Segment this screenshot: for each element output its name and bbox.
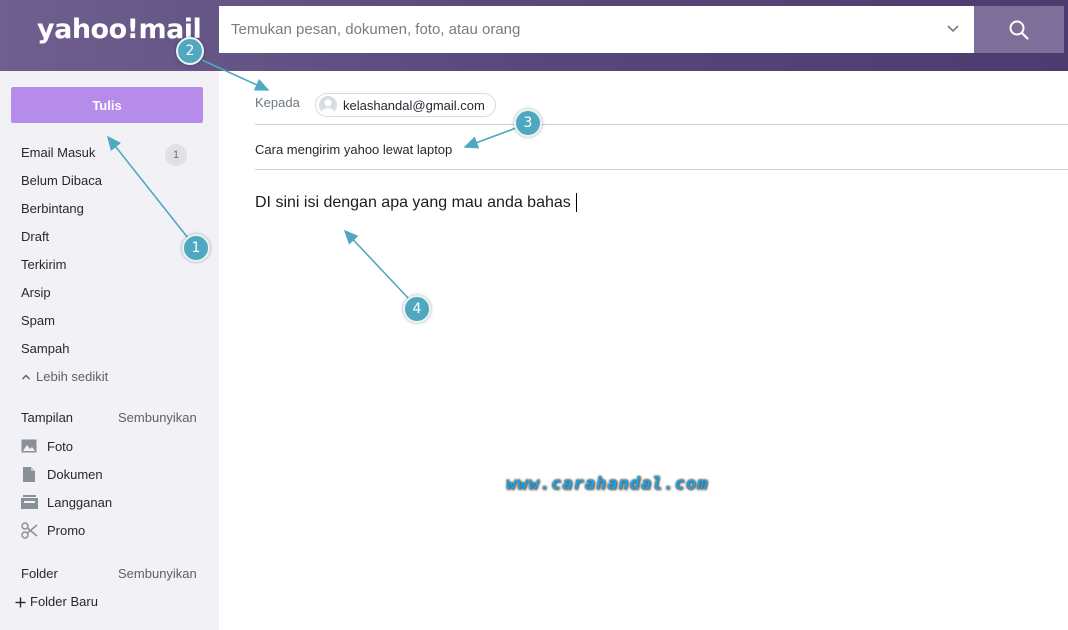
sidebar-item-inbox[interactable]: Email Masuk [21, 143, 95, 163]
folders-heading: Folder [21, 566, 58, 581]
sidebar-item-photos[interactable]: Foto [19, 436, 73, 456]
chevron-down-icon[interactable] [946, 22, 960, 36]
sidebar-item-starred[interactable]: Berbintang [21, 199, 84, 219]
top-header: yahoo!mail [0, 0, 1068, 71]
sidebar-item-unread[interactable]: Belum Dibaca [21, 171, 102, 191]
search-button[interactable] [974, 6, 1064, 53]
callout-3: 3 [514, 109, 542, 137]
sidebar-item-promo[interactable]: Promo [19, 520, 85, 540]
to-field-label: Kepada [255, 95, 300, 110]
plus-icon [15, 597, 26, 607]
recipient-email: kelashandal@gmail.com [343, 97, 485, 113]
sidebar-item-archive[interactable]: Arsip [21, 283, 51, 303]
views-heading: Tampilan [21, 410, 74, 425]
callout-1: 1 [182, 234, 210, 262]
unread-count-badge: 1 [165, 144, 187, 166]
subject-field[interactable]: Cara mengirim yahoo lewat laptop [255, 142, 452, 157]
views-hide-link[interactable]: Sembunyikan [118, 408, 197, 428]
message-body-editor[interactable]: DI sini isi dengan apa yang mau anda bah… [255, 193, 577, 212]
sidebar-item-label: Dokumen [47, 466, 103, 482]
watermark-text: www.carahandal.com [506, 474, 709, 494]
sidebar-item-trash[interactable]: Sampah [21, 339, 69, 359]
document-icon [19, 464, 39, 484]
sidebar-item-label: Foto [47, 438, 74, 454]
folders-hide-link[interactable]: Sembunyikan [118, 564, 197, 584]
callout-2: 2 [176, 37, 204, 65]
divider [255, 124, 1068, 125]
yahoo-mail-logo[interactable]: yahoo!mail [37, 14, 202, 45]
new-folder-button[interactable]: Folder Baru [15, 592, 98, 612]
compose-button[interactable]: Tulis [11, 87, 203, 123]
message-body-text: DI sini isi dengan apa yang mau anda bah… [255, 193, 571, 211]
text-cursor [575, 193, 577, 212]
sidebar-item-spam[interactable]: Spam [21, 311, 55, 331]
search-box [219, 6, 974, 53]
show-less-toggle[interactable]: Lebih sedikit [21, 367, 108, 387]
image-icon [19, 436, 39, 456]
chevron-up-icon [21, 374, 31, 380]
recipient-chip[interactable]: kelashandal@gmail.com [315, 93, 496, 117]
show-less-label: Lebih sedikit [36, 369, 109, 384]
sidebar-item-sent[interactable]: Terkirim [21, 255, 67, 275]
sidebar-item-label: Langganan [47, 494, 113, 510]
sidebar-item-drafts[interactable]: Draft [21, 227, 49, 247]
sidebar-item-label: Promo [47, 522, 86, 538]
avatar-icon [319, 96, 337, 114]
arrow-4 [343, 229, 410, 300]
subscription-icon [19, 492, 39, 512]
sidebar-item-subscriptions[interactable]: Langganan [19, 492, 112, 512]
arrow-3 [463, 127, 517, 149]
divider [255, 169, 1068, 170]
search-icon [1009, 20, 1029, 40]
sidebar-item-documents[interactable]: Dokumen [19, 464, 103, 484]
new-folder-label: Folder Baru [30, 594, 98, 609]
yahoo-mail-compose-window: yahoo!mail Tulis Email Masuk 1 Belum Dib… [0, 0, 1068, 630]
scissors-icon [19, 520, 39, 540]
callout-4: 4 [403, 295, 431, 323]
sidebar: Tulis Email Masuk 1 Belum Dibaca Berbint… [0, 71, 219, 630]
search-input[interactable] [231, 6, 931, 53]
